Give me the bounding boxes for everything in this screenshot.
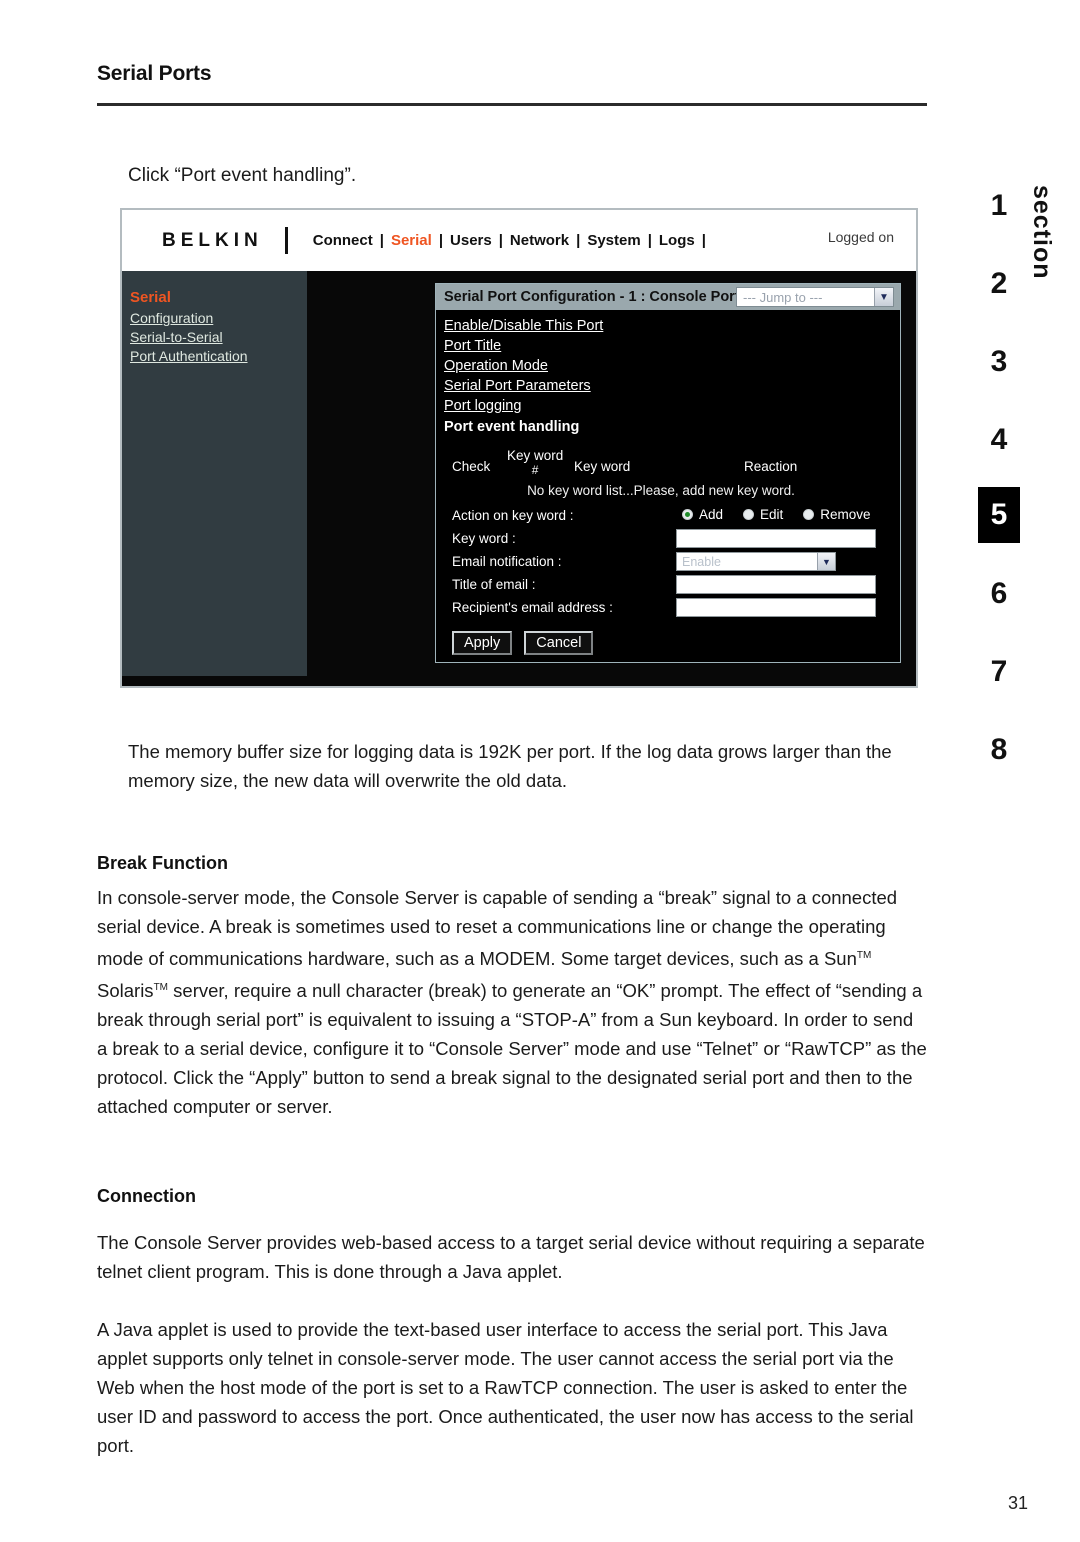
row-keyword: Key word :	[444, 529, 900, 550]
email-notification-select[interactable]: Enable ▼	[676, 552, 836, 571]
title-divider	[97, 103, 927, 106]
column-header-keyword-number-top: Key word	[507, 448, 564, 463]
belkin-logo: BELKIN	[162, 229, 263, 251]
panel-link-port-logging[interactable]: Port logging	[444, 396, 900, 416]
connection-paragraph-2: A Java applet is used to provide the tex…	[97, 1319, 914, 1456]
screenshot-sidebar: Serial Configuration Serial-to-Serial Po…	[122, 271, 307, 676]
jump-to-value: --- Jump to ---	[743, 289, 823, 305]
main-nav: Connect | Serial | Users | Network | Sys…	[306, 232, 706, 249]
panel-link-serial-port-parameters[interactable]: Serial Port Parameters	[444, 376, 900, 396]
sidebar-item-port-authentication[interactable]: Port Authentication	[130, 348, 307, 364]
serial-port-config-panel: Serial Port Configuration - 1 : Console …	[435, 283, 901, 663]
trademark-sun: TM	[856, 950, 872, 961]
label-email-notification: Email notification :	[452, 554, 562, 569]
nav-pipe: |	[701, 232, 706, 249]
row-recipient-email: Recipient's email address :	[444, 598, 900, 619]
section-tab-1[interactable]: 1	[980, 187, 1018, 225]
panel-link-port-title[interactable]: Port Title	[444, 336, 900, 356]
memory-buffer-note: The memory buffer size for logging data …	[128, 741, 892, 791]
keyword-table-empty-message: No key word list...Please, add new key w…	[527, 483, 795, 498]
intro-instruction: Click “Port event handling”.	[128, 165, 357, 186]
break-text-part-1: In console-server mode, the Console Serv…	[97, 887, 898, 970]
heading-break-function: Break Function	[97, 853, 229, 873]
embedded-screenshot: BELKIN Connect | Serial | Users | Networ…	[120, 208, 918, 688]
section-tab-4[interactable]: 4	[980, 421, 1018, 459]
label-keyword: Key word :	[452, 531, 516, 546]
keyword-table-header: Check Key word # Key word Reaction	[444, 447, 900, 481]
sidebar-heading-serial: Serial	[130, 289, 171, 306]
radio-label-remove: Remove	[820, 507, 871, 522]
status-badge: Logged on	[827, 229, 894, 245]
column-header-check: Check	[452, 459, 491, 474]
sidebar-item-serial-to-serial[interactable]: Serial-to-Serial	[130, 329, 307, 345]
row-title-of-email: Title of email :	[444, 575, 900, 596]
radio-remove[interactable]: Remove	[803, 507, 871, 522]
apply-button[interactable]: Apply	[452, 631, 513, 655]
radio-dot-icon	[743, 509, 755, 520]
nav-item-users[interactable]: Users	[443, 232, 499, 249]
page-number: 31	[1007, 1493, 1028, 1513]
row-email-notification: Email notification : Enable ▼	[444, 552, 900, 573]
email-notification-value: Enable	[682, 554, 721, 569]
cancel-button[interactable]: Cancel	[524, 631, 594, 655]
section-tab-2[interactable]: 2	[980, 265, 1018, 303]
radio-edit[interactable]: Edit	[743, 507, 783, 522]
title-of-email-input[interactable]	[676, 575, 876, 594]
row-action-on-keyword: Action on key word : Add Edit Remove	[444, 506, 900, 527]
nav-item-connect[interactable]: Connect	[306, 232, 380, 249]
action-radio-group: Add Edit Remove	[682, 507, 891, 522]
radio-dot-icon	[803, 509, 815, 520]
brand-divider	[284, 227, 288, 254]
column-header-keyword: Key word	[574, 459, 631, 474]
connection-paragraph-1: The Console Server provides web-based ac…	[97, 1232, 925, 1282]
screenshot-topbar: BELKIN Connect | Serial | Users | Networ…	[122, 210, 916, 271]
section-tab-8[interactable]: 8	[980, 731, 1018, 769]
chevron-down-icon: ▼	[874, 288, 893, 306]
radio-label-add: Add	[699, 507, 724, 522]
section-tab-6[interactable]: 6	[980, 575, 1018, 613]
panel-body: Enable/Disable This Port Port Title Oper…	[436, 310, 900, 655]
break-text-part-3: server, require a null character (break)…	[97, 980, 927, 1118]
label-title-of-email: Title of email :	[452, 577, 536, 592]
keyword-input[interactable]	[676, 529, 876, 548]
break-function-paragraph: In console-server mode, the Console Serv…	[97, 883, 927, 1121]
column-header-reaction: Reaction	[744, 459, 798, 474]
nav-item-logs[interactable]: Logs	[652, 232, 702, 249]
panel-link-port-event-handling-selected[interactable]: Port event handling	[444, 417, 900, 437]
nav-item-network[interactable]: Network	[503, 232, 576, 249]
sidebar-item-configuration[interactable]: Configuration	[130, 310, 307, 326]
column-header-keyword-number: Key word #	[507, 448, 564, 478]
recipient-email-input[interactable]	[676, 598, 876, 617]
nav-item-system[interactable]: System	[580, 232, 647, 249]
screenshot-body: Serial Configuration Serial-to-Serial Po…	[122, 271, 916, 686]
heading-connection: Connection	[97, 1186, 196, 1206]
radio-dot-selected-icon	[682, 509, 693, 520]
page-title: Serial Ports	[97, 62, 212, 85]
panel-link-operation-mode[interactable]: Operation Mode	[444, 356, 900, 376]
radio-label-edit: Edit	[760, 507, 784, 522]
column-header-keyword-number-hash: #	[531, 463, 539, 477]
chevron-down-icon: ▼	[817, 553, 835, 570]
panel-link-enable-disable-port[interactable]: Enable/Disable This Port	[444, 316, 900, 336]
trademark-solaris: TM	[153, 982, 169, 994]
break-text-part-2: Solaris	[97, 980, 154, 1002]
section-tab-7[interactable]: 7	[980, 653, 1018, 691]
panel-title: Serial Port Configuration - 1 : Console …	[444, 289, 752, 305]
nav-item-serial[interactable]: Serial	[384, 232, 439, 249]
label-action-on-keyword: Action on key word :	[452, 508, 574, 523]
radio-add[interactable]: Add	[682, 507, 723, 522]
section-tab-5-active[interactable]: 5	[978, 487, 1020, 543]
jump-to-select[interactable]: --- Jump to --- ▼	[736, 287, 894, 307]
panel-header: Serial Port Configuration - 1 : Console …	[436, 284, 900, 310]
label-recipient-email: Recipient's email address :	[452, 600, 613, 615]
section-tab-3[interactable]: 3	[980, 343, 1018, 381]
panel-button-row: Apply Cancel	[452, 631, 900, 655]
section-rail-label: section	[1028, 185, 1056, 280]
